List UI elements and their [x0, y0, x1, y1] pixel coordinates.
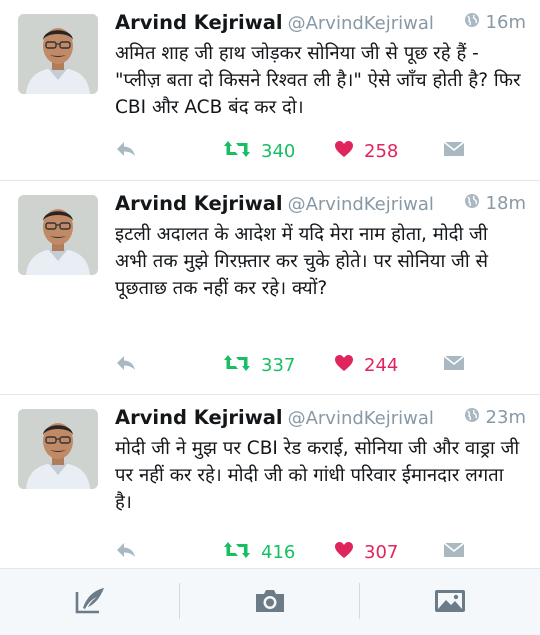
- heart-icon: [334, 541, 354, 564]
- direct-message-icon: [443, 541, 465, 564]
- tweet[interactable]: Arvind Kejriwal @ArvindKejriwal 18m इटली …: [0, 181, 540, 395]
- reply-button[interactable]: [115, 541, 137, 564]
- tweet-header: Arvind Kejriwal @ArvindKejriwal 23m: [115, 406, 526, 434]
- like-count: 307: [364, 541, 399, 563]
- tweet[interactable]: Arvind Kejriwal @ArvindKejriwal 16m अमित …: [0, 0, 540, 181]
- retweet-icon: [223, 541, 251, 564]
- avatar[interactable]: [18, 14, 98, 94]
- like-count: 244: [364, 354, 399, 376]
- image-gallery-icon: [433, 587, 467, 619]
- retweet-button[interactable]: 337: [223, 354, 295, 377]
- heart-icon: [334, 354, 354, 377]
- like-count: 258: [364, 140, 399, 162]
- user-handle[interactable]: @ArvindKejriwal: [288, 194, 434, 215]
- reply-icon: [115, 541, 137, 564]
- retweet-count: 416: [261, 541, 296, 563]
- retweet-count: 337: [261, 354, 296, 376]
- tweet-actions: 340 258: [115, 138, 522, 164]
- avatar[interactable]: [18, 409, 98, 489]
- heart-icon: [334, 140, 354, 163]
- camera-button[interactable]: [180, 569, 360, 635]
- compose-tweet-icon: [73, 586, 107, 620]
- direct-message-button[interactable]: [443, 541, 465, 564]
- tweet-text: इटली अदालत के आदेश में यदि मेरा नाम होता…: [115, 224, 489, 299]
- like-button[interactable]: 307: [334, 541, 398, 564]
- image-gallery-button[interactable]: [360, 569, 540, 635]
- user-handle[interactable]: @ArvindKejriwal: [288, 408, 434, 429]
- retweet-count: 340: [261, 140, 296, 162]
- timestamp-text: 23m: [485, 407, 526, 428]
- timestamp-text: 16m: [485, 12, 526, 33]
- reply-icon: [115, 140, 137, 163]
- avatar[interactable]: [18, 195, 98, 275]
- retweet-button[interactable]: 416: [223, 541, 295, 564]
- compose-tweet-button[interactable]: [0, 569, 180, 635]
- retweet-icon: [223, 140, 251, 163]
- tweet-actions: 416 307: [115, 539, 522, 565]
- tweet-text: अमित शाह जी हाथ जोड़कर सोनिया जी से पूछ …: [115, 43, 521, 118]
- tweet-header: Arvind Kejriwal @ArvindKejriwal 16m: [115, 11, 526, 39]
- tweet-header: Arvind Kejriwal @ArvindKejriwal 18m: [115, 192, 526, 220]
- direct-message-button[interactable]: [443, 140, 465, 163]
- direct-message-button[interactable]: [443, 354, 465, 377]
- camera-icon: [253, 587, 287, 619]
- retweet-icon: [223, 354, 251, 377]
- direct-message-icon: [443, 140, 465, 163]
- direct-message-icon: [443, 354, 465, 377]
- like-button[interactable]: 244: [334, 354, 398, 377]
- like-button[interactable]: 258: [334, 140, 398, 163]
- globe-icon: [464, 12, 480, 33]
- globe-icon: [464, 193, 480, 214]
- retweet-button[interactable]: 340: [223, 140, 295, 163]
- user-name[interactable]: Arvind Kejriwal: [115, 11, 283, 34]
- tweet[interactable]: Arvind Kejriwal @ArvindKejriwal 23m मोदी …: [0, 395, 540, 568]
- timeline: Arvind Kejriwal @ArvindKejriwal 16m अमित …: [0, 0, 540, 568]
- reply-button[interactable]: [115, 140, 137, 163]
- user-name[interactable]: Arvind Kejriwal: [115, 192, 283, 215]
- tweet-text: मोदी जी ने मुझ पर CBI रेड कराई, सोनिया ज…: [115, 438, 520, 513]
- globe-icon: [464, 407, 480, 428]
- tweet-actions: 337 244: [115, 352, 522, 378]
- user-name[interactable]: Arvind Kejriwal: [115, 406, 283, 429]
- bottom-toolbar: [0, 568, 540, 635]
- reply-icon: [115, 354, 137, 377]
- user-handle[interactable]: @ArvindKejriwal: [288, 13, 434, 34]
- timestamp: 18m: [464, 193, 526, 214]
- reply-button[interactable]: [115, 354, 137, 377]
- timestamp: 16m: [464, 12, 526, 33]
- timestamp-text: 18m: [485, 193, 526, 214]
- timestamp: 23m: [464, 407, 526, 428]
